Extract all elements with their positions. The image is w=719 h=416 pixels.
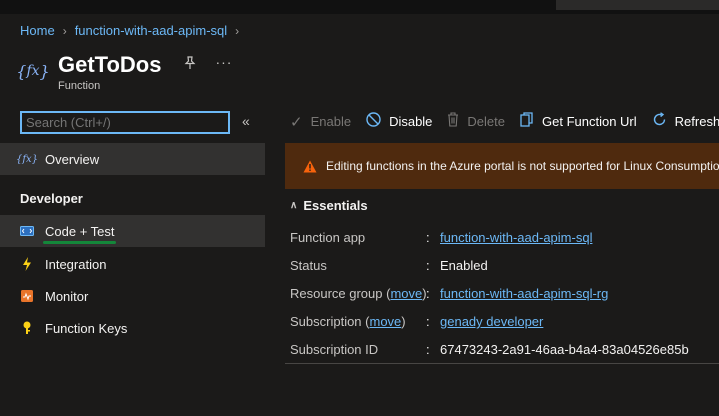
sidebar-section-developer: Developer [20, 191, 83, 206]
disable-button-label: Disable [389, 114, 433, 129]
pin-icon[interactable] [183, 56, 197, 73]
sidebar-item-monitor[interactable]: Monitor [0, 280, 265, 312]
essentials-row-resource-group: Resource group (move) : function-with-aa… [290, 286, 609, 302]
enable-button-label: Enable [310, 114, 352, 129]
essentials-row-subscription-id: Subscription ID : 67473243-2a91-46aa-b4a… [290, 342, 689, 357]
disable-icon [366, 112, 381, 131]
move-subscription-link[interactable]: move [370, 314, 402, 329]
essentials-label: Status [290, 258, 327, 273]
essentials-divider [285, 363, 719, 364]
collapse-menu-icon[interactable]: « [242, 113, 250, 129]
command-bar: ✓ Enable Disable Delete Get Function Url… [290, 112, 719, 131]
sidebar-item-label: Code + Test [45, 223, 115, 239]
status-value: Enabled [440, 258, 488, 273]
breadcrumb-function-app[interactable]: function-with-aad-apim-sql [75, 23, 227, 38]
subscription-id-value: 67473243-2a91-46aa-b4a4-83a04526e85b [440, 342, 689, 357]
lightning-icon [18, 257, 36, 271]
warning-icon [303, 160, 317, 172]
subscription-link[interactable]: genady developer [440, 314, 543, 330]
search-box[interactable] [20, 111, 230, 134]
top-bar-segment [556, 0, 719, 10]
sidebar-item-overview[interactable]: {fx} Overview [0, 143, 265, 175]
refresh-icon [652, 112, 667, 131]
get-function-url-button[interactable]: Get Function Url [520, 112, 637, 131]
essentials-label-with-move: Resource group (move) [290, 286, 427, 301]
monitor-icon [18, 290, 36, 302]
chevron-right-icon: › [235, 23, 240, 38]
essentials-label-with-move: Subscription (move) [290, 314, 406, 329]
sidebar-item-label: Monitor [45, 288, 89, 304]
page-subtitle: Function [58, 80, 101, 92]
warning-banner: Editing functions in the Azure portal is… [285, 143, 719, 189]
sidebar-item-code-test[interactable]: Code + Test [0, 215, 265, 247]
sidebar-item-function-keys[interactable]: Function Keys [0, 312, 265, 344]
active-underline [43, 241, 116, 244]
essentials-row-status: Status : Enabled [290, 258, 488, 273]
copy-icon [520, 112, 534, 131]
checkmark-icon: ✓ [290, 113, 303, 131]
breadcrumb: Home › function-with-aad-apim-sql › [20, 23, 247, 38]
more-options-icon[interactable]: ··· [215, 54, 232, 70]
warning-message: Editing functions in the Azure portal is… [326, 159, 719, 173]
refresh-button-label: Refresh [674, 114, 719, 129]
function-icon: {fx} [15, 153, 39, 165]
function-app-link[interactable]: function-with-aad-apim-sql [440, 230, 592, 246]
breadcrumb-home[interactable]: Home [20, 23, 55, 38]
delete-button[interactable]: Delete [447, 112, 505, 131]
enable-button[interactable]: ✓ Enable [290, 113, 351, 131]
essentials-label: Function app [290, 230, 366, 245]
sidebar-item-label: Function Keys [45, 320, 128, 336]
essentials-header-label: Essentials [303, 198, 368, 213]
code-icon [18, 226, 36, 236]
get-function-url-label: Get Function Url [542, 114, 637, 129]
sidebar-item-label: Overview [45, 151, 100, 167]
key-icon [18, 321, 36, 335]
essentials-row-subscription: Subscription (move) : genady developer [290, 314, 544, 330]
sidebar-item-integration[interactable]: Integration [0, 248, 265, 280]
move-resource-group-link[interactable]: move [390, 286, 422, 301]
trash-icon [447, 112, 459, 131]
refresh-button[interactable]: Refresh [652, 112, 719, 131]
delete-button-label: Delete [467, 114, 505, 129]
page-title: GetToDos [58, 52, 162, 77]
chevron-up-icon: ∧ [290, 200, 298, 211]
chevron-right-icon: › [62, 23, 67, 38]
sidebar-item-label: Integration [45, 256, 107, 272]
search-input[interactable] [26, 115, 196, 130]
essentials-row-function-app: Function app : function-with-aad-apim-sq… [290, 230, 593, 246]
function-icon: {fx} [16, 61, 50, 81]
essentials-toggle[interactable]: ∧ Essentials [290, 198, 368, 213]
page-header: {fx} GetToDos Function ··· [16, 52, 232, 92]
disable-button[interactable]: Disable [366, 112, 432, 131]
essentials-label: Subscription ID [290, 342, 379, 357]
resource-group-link[interactable]: function-with-aad-apim-sql-rg [440, 286, 608, 302]
